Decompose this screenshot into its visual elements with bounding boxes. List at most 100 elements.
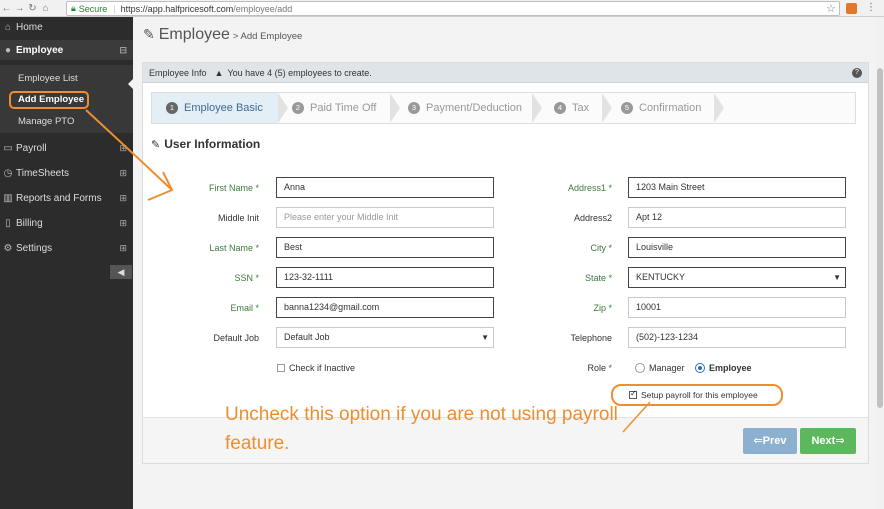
bookmark-star-icon[interactable]: ☆ [826, 2, 836, 15]
step-number: 1 [166, 102, 178, 114]
user-icon: ● [4, 44, 12, 56]
sidebar-item-label: Billing [16, 217, 43, 229]
middle-init-field[interactable]: Please enter your Middle Init [276, 207, 494, 228]
sidebar-item-timesheets[interactable]: ◷ TimeSheets ⊞ [0, 163, 133, 183]
step-number: 3 [408, 102, 420, 114]
section-title-text: User Information [164, 137, 261, 151]
zip-field[interactable]: 10001 [628, 297, 846, 318]
browser-menu-icon[interactable]: ⋮ [866, 2, 876, 13]
home-icon: ⌂ [4, 21, 12, 33]
expand-icon[interactable]: ⊞ [119, 218, 127, 229]
last-name-label: Last Name * [209, 243, 259, 253]
step-number: 4 [554, 102, 566, 114]
sidebar-item-payroll[interactable]: ▭ Payroll ⊞ [0, 138, 133, 158]
payroll-icon: ▭ [3, 142, 13, 154]
sidebar-subitem-manage-pto[interactable]: Manage PTO [18, 116, 74, 127]
wizard-steps: 1 Employee Basic 2 Paid Time Off 3 Payme… [151, 92, 856, 124]
step-label: Payment/Deduction [426, 102, 522, 114]
chevron-down-icon: ▼ [833, 273, 841, 282]
collapse-icon[interactable]: ⊟ [119, 45, 127, 56]
sidebar-item-employee[interactable]: ● Employee ⊟ [0, 40, 133, 60]
wizard-step-employee-basic[interactable]: 1 Employee Basic [152, 93, 278, 123]
extension-icon[interactable] [846, 3, 857, 14]
url-host: https://app.halfpricesoft.com [120, 3, 234, 14]
collapse-sidebar-button[interactable]: ◀ [110, 265, 132, 279]
ssn-label: SSN * [234, 273, 259, 283]
step-number: 2 [292, 102, 304, 114]
sidebar-subitem-employee-list[interactable]: Employee List [18, 73, 78, 84]
wizard-step-payment-deduction[interactable]: 3 Payment/Deduction [408, 93, 522, 123]
first-name-field[interactable]: Anna [276, 177, 494, 198]
sidebar-item-label: Employee [16, 44, 64, 56]
step-separator [602, 93, 612, 123]
lock-icon: 🔒︎ [71, 3, 76, 13]
wizard-step-tax[interactable]: 4 Tax [554, 93, 589, 123]
help-icon[interactable]: ? [852, 68, 862, 78]
sidebar-item-billing[interactable]: ▯ Billing ⊞ [0, 213, 133, 233]
first-name-label: First Name * [208, 183, 259, 193]
info-bar-label: Employee Info [149, 67, 207, 78]
sidebar-item-label: Settings [16, 242, 53, 254]
telephone-field[interactable]: (502)-123-1234 [628, 327, 846, 348]
sidebar-item-label: TimeSheets [16, 167, 69, 179]
default-job-label: Default Job [213, 333, 259, 343]
expand-icon[interactable]: ⊞ [119, 143, 127, 154]
info-bar: Employee Info ▲ You have 4 (5) employees… [143, 63, 868, 83]
clock-icon: ◷ [3, 167, 13, 179]
ssn-field[interactable]: 123-32-1111 [276, 267, 494, 288]
email-label: Email * [230, 303, 259, 313]
step-label: Employee Basic [184, 102, 263, 114]
prev-button[interactable]: ⇐Prev [743, 428, 797, 454]
expand-icon[interactable]: ⊞ [119, 243, 127, 254]
email-field[interactable]: banna1234@gmail.com [276, 297, 494, 318]
default-job-select[interactable]: Default Job ▼ [276, 327, 494, 348]
last-name-field[interactable]: Best [276, 237, 494, 258]
inactive-checkbox[interactable] [277, 364, 285, 372]
home-icon[interactable]: ⌂ [39, 3, 52, 14]
city-label: City * [590, 243, 612, 253]
arrow-left-icon: ⇐ [753, 435, 763, 447]
step-label: Tax [572, 102, 590, 114]
step-separator [278, 93, 288, 123]
annotation-note: Uncheck this option if you are not using… [225, 404, 618, 454]
address-bar[interactable]: 🔒︎ Secure | https://app.halfpricesoft.co… [66, 1, 840, 16]
next-button[interactable]: Next⇒ [800, 428, 856, 454]
expand-icon[interactable]: ⊞ [119, 193, 127, 204]
billing-icon: ▯ [5, 217, 11, 229]
city-field[interactable]: Louisville [628, 237, 846, 258]
middle-init-label: Middle Init [217, 213, 259, 223]
back-icon[interactable]: ← [0, 3, 13, 14]
step-label: Confirmation [639, 102, 702, 114]
role-employee-label: Employee [709, 363, 752, 373]
zip-label: Zip * [593, 303, 612, 313]
warning-icon: ▲ [214, 67, 224, 78]
section-title: ✎ User Information [151, 137, 260, 151]
step-separator [390, 93, 400, 123]
state-select[interactable]: KENTUCKY ▼ [628, 267, 846, 288]
secure-label: Secure [78, 3, 108, 14]
wizard-step-confirmation[interactable]: 5 Confirmation [621, 93, 701, 123]
url-path: /employee/add [233, 3, 293, 14]
telephone-label: Telephone [570, 333, 612, 343]
wizard-step-paid-time-off[interactable]: 2 Paid Time Off [292, 93, 376, 123]
role-manager-radio[interactable] [635, 363, 645, 373]
info-bar-message: You have 4 (5) employees to create. [227, 67, 372, 78]
scrollbar-thumb[interactable] [877, 68, 883, 408]
step-separator [532, 93, 542, 123]
forward-icon[interactable]: → [13, 3, 26, 14]
address2-field[interactable]: Apt 12 [628, 207, 846, 228]
browser-toolbar: ← → ↻ ⌂ 🔒︎ Secure | https://app.halfpric… [0, 0, 884, 17]
reload-icon[interactable]: ↻ [26, 3, 39, 14]
sidebar-item-reports[interactable]: ▥ Reports and Forms ⊞ [0, 188, 133, 208]
page-title: ✎ Employee > Add Employee [143, 26, 302, 44]
role-employee-radio[interactable] [695, 363, 705, 373]
gear-icon: ⚙︎ [3, 242, 13, 254]
sidebar-item-settings[interactable]: ⚙︎ Settings ⊞ [0, 238, 133, 258]
address1-field[interactable]: 1203 Main Street [628, 177, 846, 198]
step-label: Paid Time Off [310, 102, 377, 114]
expand-icon[interactable]: ⊞ [119, 168, 127, 179]
sidebar-item-home[interactable]: ⌂ Home [0, 17, 133, 37]
arrow-right-icon: ⇒ [835, 435, 845, 447]
page-title-text: Employee [158, 26, 230, 43]
role-label: Role * [587, 363, 612, 373]
